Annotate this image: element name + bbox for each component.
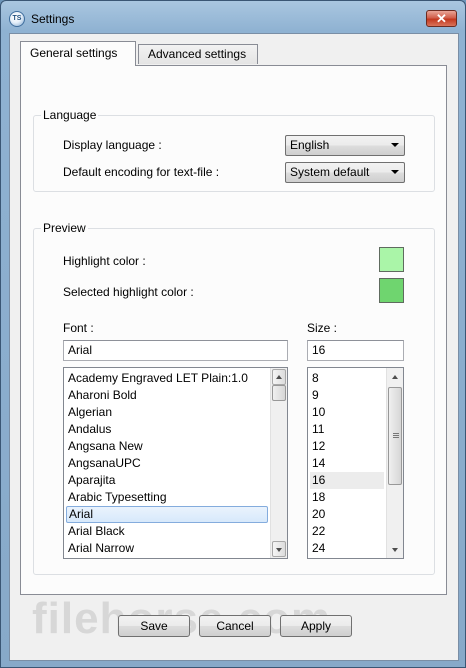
window-title: Settings: [31, 12, 75, 26]
size-list-item[interactable]: 10: [310, 404, 384, 421]
font-list-scrollbar[interactable]: [270, 368, 287, 558]
grip-line: [393, 435, 399, 436]
dialog-client-area: General settings Advanced settings Langu…: [9, 33, 459, 661]
scroll-up-button[interactable]: [272, 369, 286, 385]
arrow-up-icon: [392, 375, 398, 379]
highlight-color-swatch[interactable]: [379, 247, 404, 272]
font-list-item[interactable]: Arabic Typesetting: [66, 489, 268, 506]
size-list-item[interactable]: 18: [310, 489, 384, 506]
close-icon: ✕: [436, 11, 447, 26]
size-list-item[interactable]: 22: [310, 523, 384, 540]
scroll-down-button[interactable]: [388, 541, 402, 557]
size-label: Size :: [307, 321, 338, 335]
cancel-button[interactable]: Cancel: [199, 615, 271, 637]
font-list-item[interactable]: Andalus: [66, 421, 268, 438]
tab-general-settings[interactable]: General settings: [20, 41, 136, 66]
size-input[interactable]: 16: [307, 340, 404, 361]
general-settings-panel: Language Display language : English Defa…: [20, 65, 447, 595]
grip-line: [393, 437, 399, 438]
size-list-item[interactable]: 8: [310, 370, 384, 387]
chevron-down-icon: [391, 170, 399, 174]
arrow-up-icon: [276, 375, 282, 379]
title-bar[interactable]: TS Settings ✕: [1, 1, 465, 33]
arrow-down-icon: [392, 548, 398, 552]
apply-button[interactable]: Apply: [280, 615, 352, 637]
size-list-item[interactable]: 12: [310, 438, 384, 455]
size-list-item[interactable]: 20: [310, 506, 384, 523]
scroll-thumb[interactable]: [388, 387, 402, 485]
display-language-value: English: [290, 138, 330, 152]
font-list-item[interactable]: Arial: [66, 506, 268, 523]
save-button[interactable]: Save: [118, 615, 190, 637]
selected-highlight-color-label: Selected highlight color :: [63, 285, 194, 299]
size-list-item[interactable]: 14: [310, 455, 384, 472]
display-language-select[interactable]: English: [285, 135, 405, 156]
font-list-item[interactable]: Aharoni Bold: [66, 387, 268, 404]
size-list[interactable]: 8 9 10 11 12 14 16 18 20 22 24: [307, 367, 404, 559]
size-list-item[interactable]: 11: [310, 421, 384, 438]
size-list-scrollbar[interactable]: [386, 368, 403, 558]
scroll-down-button[interactable]: [272, 541, 286, 557]
font-list-item[interactable]: Arial Black: [66, 523, 268, 540]
app-icon: TS: [9, 11, 25, 27]
size-list-item[interactable]: 9: [310, 387, 384, 404]
font-list-item[interactable]: Aparajita: [66, 472, 268, 489]
selected-highlight-color-swatch[interactable]: [379, 278, 404, 303]
font-label: Font :: [63, 321, 94, 335]
close-button[interactable]: ✕: [426, 10, 457, 27]
size-list-item[interactable]: 16: [310, 472, 384, 489]
scroll-up-button[interactable]: [388, 369, 402, 385]
highlight-color-label: Highlight color :: [63, 254, 146, 268]
arrow-down-icon: [276, 548, 282, 552]
language-group-title: Language: [41, 108, 99, 122]
font-list-item[interactable]: Angsana New: [66, 438, 268, 455]
font-list-item[interactable]: Arial Narrow: [66, 540, 268, 557]
grip-line: [393, 433, 399, 434]
font-input[interactable]: Arial: [63, 340, 288, 361]
font-list-item[interactable]: Academy Engraved LET Plain:1.0: [66, 370, 268, 387]
tab-advanced-settings[interactable]: Advanced settings: [138, 44, 258, 64]
language-group: Language Display language : English Defa…: [33, 108, 435, 192]
chevron-down-icon: [391, 143, 399, 147]
font-list-item[interactable]: Algerian: [66, 404, 268, 421]
font-list-item[interactable]: AngsanaUPC: [66, 455, 268, 472]
display-language-label: Display language :: [63, 138, 162, 152]
size-list-item[interactable]: 24: [310, 540, 384, 557]
default-encoding-label: Default encoding for text-file :: [63, 165, 220, 179]
preview-group: Preview Highlight color : Selected highl…: [33, 221, 435, 575]
default-encoding-select[interactable]: System default: [285, 162, 405, 183]
scroll-thumb[interactable]: [272, 385, 286, 401]
font-list[interactable]: Academy Engraved LET Plain:1.0 Aharoni Bo…: [63, 367, 288, 559]
preview-group-title: Preview: [41, 221, 88, 235]
default-encoding-value: System default: [290, 165, 370, 179]
settings-window: TS Settings ✕ General settings Advanced …: [0, 0, 466, 668]
